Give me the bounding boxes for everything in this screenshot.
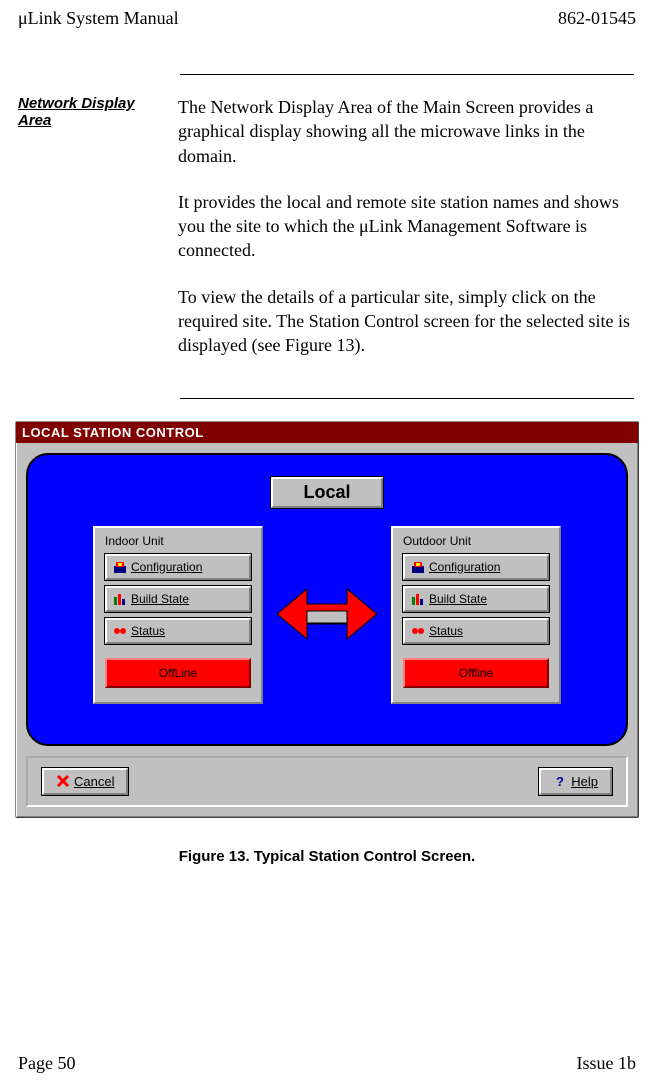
indoor-status-label: Status — [131, 624, 165, 638]
divider-bottom — [180, 398, 634, 399]
section-heading: Network Display Area — [18, 95, 178, 380]
page-number: Page 50 — [18, 1053, 76, 1074]
station-control-window: LOCAL STATION CONTROL Local Indoor Unit … — [15, 421, 639, 818]
doc-title-right: 862-01545 — [558, 8, 636, 29]
indoor-build-label: Build State — [131, 592, 189, 606]
local-label: Local — [271, 477, 382, 508]
outdoor-status-label: Status — [429, 624, 463, 638]
status-icon — [411, 624, 425, 638]
outdoor-unit-panel: Outdoor Unit Configuration Build State — [391, 526, 561, 704]
paragraph-1: The Network Display Area of the Main Scr… — [178, 95, 636, 168]
build-icon — [113, 592, 127, 606]
figure-caption: Figure 13. Typical Station Control Scree… — [0, 848, 654, 865]
outdoor-configuration-button[interactable]: Configuration — [403, 554, 549, 580]
outdoor-state: Offline — [403, 658, 549, 688]
indoor-configuration-button[interactable]: Configuration — [105, 554, 251, 580]
cancel-label: Cancel — [74, 774, 114, 789]
help-button[interactable]: ? Help — [539, 768, 612, 795]
indoor-unit-panel: Indoor Unit Configuration Build State — [93, 526, 263, 704]
bottom-bar: Cancel ? Help — [26, 756, 628, 807]
outdoor-configuration-label: Configuration — [429, 560, 500, 574]
doc-title-left: μLink System Manual — [18, 8, 179, 29]
cancel-icon — [56, 774, 70, 788]
indoor-status-button[interactable]: Status — [105, 618, 251, 644]
help-label: Help — [571, 774, 598, 789]
outdoor-build-label: Build State — [429, 592, 487, 606]
help-icon: ? — [553, 774, 567, 788]
outdoor-build-button[interactable]: Build State — [403, 586, 549, 612]
outdoor-status-button[interactable]: Status — [403, 618, 549, 644]
main-panel: Local Indoor Unit Configuration Bui — [26, 453, 628, 746]
paragraph-2: It provides the local and remote site st… — [178, 190, 636, 263]
paragraph-3: To view the details of a particular site… — [178, 285, 636, 358]
status-icon — [113, 624, 127, 638]
indoor-title: Indoor Unit — [105, 534, 251, 548]
indoor-build-button[interactable]: Build State — [105, 586, 251, 612]
outdoor-title: Outdoor Unit — [403, 534, 549, 548]
cancel-button[interactable]: Cancel — [42, 768, 128, 795]
build-icon — [411, 592, 425, 606]
indoor-state: OffLine — [105, 658, 251, 688]
window-titlebar: LOCAL STATION CONTROL — [16, 422, 638, 443]
svg-text:?: ? — [556, 774, 564, 788]
divider-top — [180, 74, 634, 75]
configuration-icon — [411, 560, 425, 574]
link-arrow-icon — [277, 577, 377, 652]
issue-label: Issue 1b — [577, 1053, 637, 1074]
indoor-configuration-label: Configuration — [131, 560, 202, 574]
configuration-icon — [113, 560, 127, 574]
